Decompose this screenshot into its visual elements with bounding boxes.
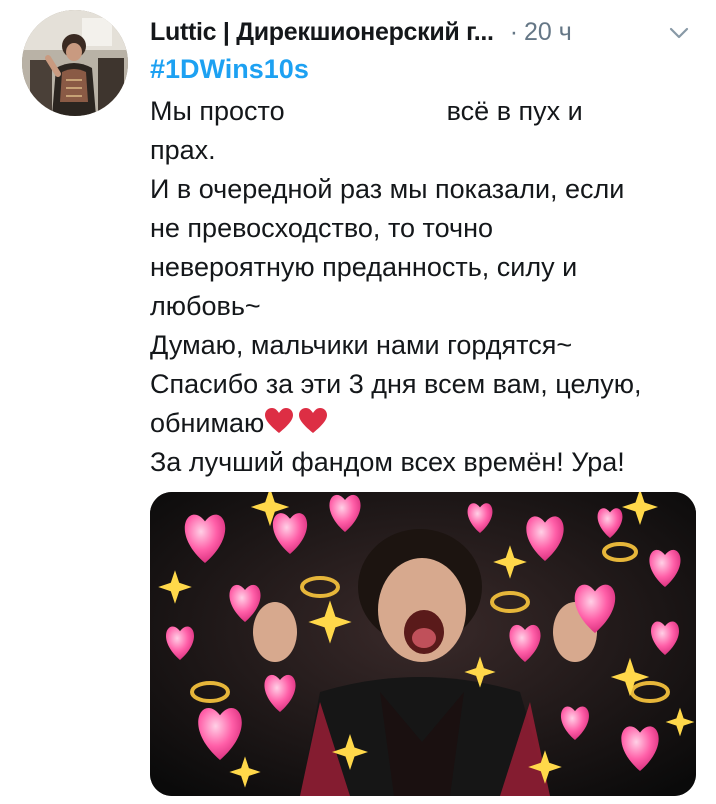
red-heart-icon [298,407,328,446]
text-line: Спасибо за эти 3 дня всем вам, целую, [150,369,642,399]
red-heart-icon [264,407,294,446]
text-line: За лучший фандом всех времён! Ура! [150,447,625,477]
text-line: Мы просто всё в пух и [150,92,702,131]
timestamp[interactable]: 20 ч [524,18,572,47]
avatar[interactable] [22,10,128,116]
author-name[interactable]: Luttic | Дирекшионерский г... [150,18,494,47]
text-line: прах. [150,135,216,165]
text-line: невероятную преданность, силу и [150,252,578,282]
text-segment: Мы просто [150,96,285,126]
chevron-down-icon[interactable] [664,18,694,48]
tweet-card[interactable]: Luttic | Дирекшионерский г... · 20 ч #1D… [0,0,716,804]
text-line: Думаю, мальчики нами гордятся~ [150,330,573,360]
text-line: не превосходство, то точно [150,213,493,243]
tweet-text: Мы просто всё в пух и прах. И в очередной… [150,92,702,482]
meta-separator: · [509,17,519,46]
text-segment: всё в пух и [446,96,583,126]
attached-image[interactable] [150,492,696,796]
text-segment: обнимаю [150,408,265,438]
hashtag-link[interactable]: #1DWins10s [150,54,309,85]
text-line: обнимаю [150,404,702,443]
tweet-header: Luttic | Дирекшионерский г... · 20 ч [150,14,710,50]
text-line: И в очередной раз мы показали, если [150,174,625,204]
text-line: любовь~ [150,291,261,321]
